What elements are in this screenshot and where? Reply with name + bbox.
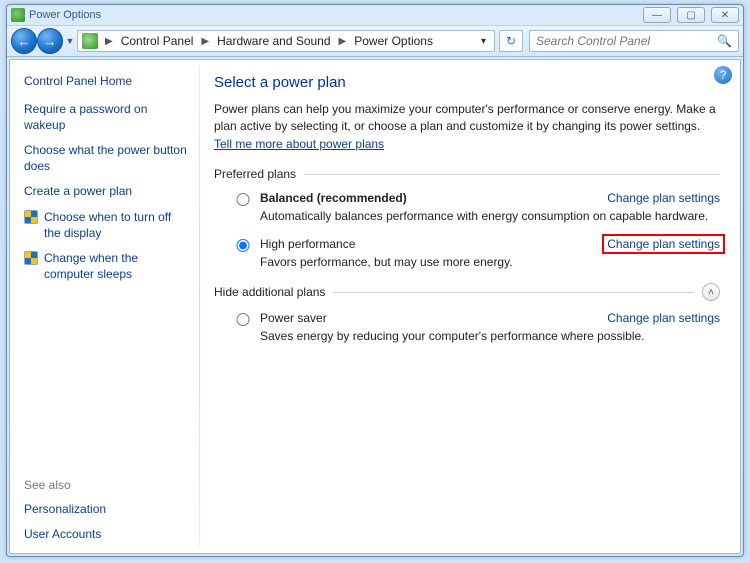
hide-additional-plans-row: Hide additional plans ˄ xyxy=(214,283,720,301)
content-area: Control Panel Home Require a password on… xyxy=(9,59,741,554)
refresh-icon: ↻ xyxy=(506,34,516,48)
search-input[interactable] xyxy=(536,34,717,48)
breadcrumb-item[interactable]: Control Panel xyxy=(118,32,197,50)
sidebar: Control Panel Home Require a password on… xyxy=(10,60,200,553)
description-text: Power plans can help you maximize your c… xyxy=(214,102,716,133)
app-icon xyxy=(11,8,25,22)
arrow-left-icon: ← xyxy=(18,34,31,49)
chevron-up-icon: ˄ xyxy=(708,287,714,298)
change-plan-settings-link-highlighted[interactable]: Change plan settings xyxy=(607,237,720,252)
sidebar-link-sleep[interactable]: Change when the computer sleeps xyxy=(44,251,190,282)
search-icon[interactable]: 🔍 xyxy=(717,34,732,48)
refresh-button[interactable]: ↻ xyxy=(499,30,523,52)
minimize-button[interactable]: ― xyxy=(643,7,671,23)
plan-radio-balanced[interactable] xyxy=(234,193,252,206)
close-button[interactable]: ✕ xyxy=(711,7,739,23)
chevron-right-icon: ▶ xyxy=(198,36,212,47)
help-button[interactable]: ? xyxy=(714,66,732,84)
search-box[interactable]: 🔍 xyxy=(529,30,739,52)
plan-radio-power-saver[interactable] xyxy=(234,313,252,326)
divider-line xyxy=(304,174,720,175)
control-panel-home-link[interactable]: Control Panel Home xyxy=(24,74,190,88)
sidebar-link-password[interactable]: Require a password on wakeup xyxy=(24,102,190,133)
plan-radio-high-perf[interactable] xyxy=(234,239,252,252)
see-also-label: See also xyxy=(24,458,190,492)
back-button[interactable]: ← xyxy=(11,28,37,54)
plan-balanced: Balanced (recommended) Change plan setti… xyxy=(214,191,720,223)
page-description: Power plans can help you maximize your c… xyxy=(214,101,720,153)
sidebar-link-power-button[interactable]: Choose what the power button does xyxy=(24,143,190,174)
collapse-button[interactable]: ˄ xyxy=(702,283,720,301)
arrow-right-icon: → xyxy=(44,34,57,49)
plan-desc: Automatically balances performance with … xyxy=(260,209,720,223)
forward-button[interactable]: → xyxy=(37,28,63,54)
breadcrumb-item[interactable]: Power Options xyxy=(351,32,436,50)
hide-additional-plans-label: Hide additional plans xyxy=(214,285,325,299)
shield-icon xyxy=(24,210,38,224)
divider-line xyxy=(333,292,694,293)
plan-desc: Saves energy by reducing your computer's… xyxy=(260,329,720,343)
chevron-right-icon: ▶ xyxy=(336,36,350,47)
group-label-text: Preferred plans xyxy=(214,167,296,181)
navbar: ← → ▼ ▶ Control Panel ▶ Hardware and Sou… xyxy=(7,25,743,57)
plan-title[interactable]: Power saver xyxy=(260,311,599,326)
breadcrumb-dropdown[interactable]: ▾ xyxy=(477,36,490,47)
window-title: Power Options xyxy=(29,9,101,21)
shield-icon xyxy=(24,251,38,265)
learn-more-link[interactable]: Tell me more about power plans xyxy=(214,137,384,151)
highlight-box: Change plan settings xyxy=(602,234,725,254)
preferred-plans-label: Preferred plans xyxy=(214,167,720,181)
page-title: Select a power plan xyxy=(214,74,720,91)
help-icon: ? xyxy=(720,68,727,82)
main-panel: ? Select a power plan Power plans can he… xyxy=(200,60,740,553)
see-also-user-accounts[interactable]: User Accounts xyxy=(24,527,190,543)
change-plan-settings-link[interactable]: Change plan settings xyxy=(607,311,720,326)
chevron-right-icon: ▶ xyxy=(102,36,116,47)
sidebar-link-display-off[interactable]: Choose when to turn off the display xyxy=(44,210,190,241)
breadcrumb-item[interactable]: Hardware and Sound xyxy=(214,32,333,50)
plan-title[interactable]: Balanced (recommended) xyxy=(260,191,599,206)
window-frame: Power Options ― ▢ ✕ ← → ▼ ▶ Control Pane… xyxy=(6,4,744,557)
see-also-personalization[interactable]: Personalization xyxy=(24,502,190,518)
history-dropdown[interactable]: ▼ xyxy=(65,28,75,54)
plan-desc: Favors performance, but may use more ene… xyxy=(260,255,720,269)
titlebar: Power Options ― ▢ ✕ xyxy=(7,5,743,25)
maximize-button[interactable]: ▢ xyxy=(677,7,705,23)
control-panel-icon xyxy=(82,33,98,49)
plan-high-performance: High performance Change plan settings Fa… xyxy=(214,237,720,269)
breadcrumb[interactable]: ▶ Control Panel ▶ Hardware and Sound ▶ P… xyxy=(77,30,495,52)
change-plan-settings-link[interactable]: Change plan settings xyxy=(607,191,720,206)
window-controls: ― ▢ ✕ xyxy=(643,7,739,23)
sidebar-link-create-plan[interactable]: Create a power plan xyxy=(24,184,190,200)
plan-title[interactable]: High performance xyxy=(260,237,599,252)
plan-power-saver: Power saver Change plan settings Saves e… xyxy=(214,311,720,343)
